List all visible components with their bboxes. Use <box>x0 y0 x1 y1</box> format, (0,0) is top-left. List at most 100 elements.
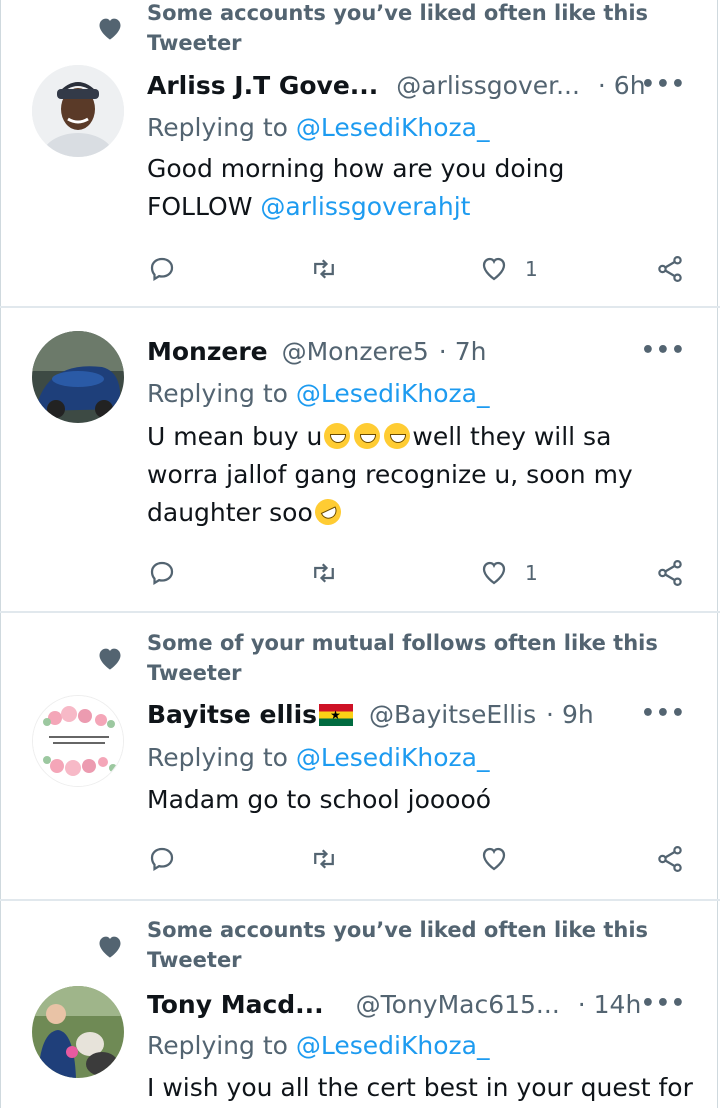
share-icon <box>658 560 682 586</box>
reply-icon <box>150 561 174 586</box>
tweet-text-fragment: FOLLOW <box>147 192 261 221</box>
reply-mention-link[interactable]: @LesediKhoza_ <box>296 379 490 408</box>
social-context: Some accounts you’ve liked often like th… <box>147 918 649 972</box>
reply-mention-link[interactable]: @LesediKhoza_ <box>296 743 490 772</box>
ghana-flag-icon <box>319 704 354 726</box>
tweet-header: Monzere @Monzere5 · 7h <box>147 334 687 370</box>
timestamp[interactable]: · 14h <box>578 990 642 1019</box>
replying-to: Replying to @LesediKhoza_ <box>147 110 489 146</box>
more-options-button[interactable]: ••• <box>641 72 686 97</box>
tweet-header: Bayitse ellis @BayitseEllis · 9h <box>147 697 687 733</box>
more-options-button[interactable]: ••• <box>641 338 686 363</box>
display-name[interactable]: Bayitse ellis <box>147 700 317 729</box>
replying-prefix: Replying to <box>147 113 288 142</box>
grinning-emoji-icon <box>324 423 351 449</box>
heart-icon <box>99 648 121 670</box>
tweet-text-line: daughter soo <box>147 494 692 532</box>
mention-link[interactable]: @arlissgoverahjt <box>260 192 470 221</box>
avatar[interactable] <box>32 65 124 157</box>
reply-button[interactable] <box>147 842 177 876</box>
like-button[interactable] <box>479 842 509 876</box>
heart-icon <box>482 561 506 585</box>
heart-icon <box>482 257 506 281</box>
grinning-emoji-icon <box>354 423 381 449</box>
replying-to: Replying to @LesediKhoza_ <box>147 376 489 412</box>
tweet-2[interactable]: Monzere @Monzere5 · 7h ••• Replying to @… <box>0 308 720 614</box>
avatar[interactable] <box>32 695 124 787</box>
share-icon <box>658 256 682 282</box>
tweet-text: Good morning how are you doing FOLLOW @a… <box>147 150 692 226</box>
tweet-text-fragment: well they will sa <box>412 422 612 451</box>
flowers-avatar-image <box>33 696 123 786</box>
tweet-text-line: Good morning how are you doing <box>147 154 565 183</box>
heart-icon <box>99 936 121 958</box>
retweet-icon <box>314 849 334 869</box>
retweet-button[interactable] <box>309 556 339 590</box>
tweet-3[interactable]: Some of your mutual follows often like t… <box>0 613 720 901</box>
reply-mention-link[interactable]: @LesediKhoza_ <box>296 1031 490 1060</box>
tweet-text-line: Madam go to school jooooó <box>147 785 492 814</box>
like-button[interactable]: 1 <box>479 252 538 286</box>
share-button[interactable] <box>655 842 685 876</box>
replying-prefix: Replying to <box>147 379 288 408</box>
retweet-icon <box>314 563 334 583</box>
tweet-text: I wish you all the cert best in your que… <box>147 1069 693 1107</box>
tweet-text-line: FOLLOW @arlissgoverahjt <box>147 188 692 226</box>
display-name[interactable]: Monzere <box>147 337 268 366</box>
replying-prefix: Replying to <box>147 1031 288 1060</box>
timestamp[interactable]: · 9h <box>546 700 594 729</box>
avatar-image <box>32 986 124 1078</box>
share-button[interactable] <box>655 556 685 590</box>
tweet-actions <box>147 842 692 876</box>
like-button[interactable]: 1 <box>479 556 538 590</box>
rolling-laughing-emoji-icon <box>310 494 346 530</box>
share-button[interactable] <box>655 252 685 286</box>
like-count: 1 <box>525 257 538 281</box>
reply-button[interactable] <box>147 556 177 590</box>
avatar[interactable] <box>32 331 124 423</box>
timestamp[interactable]: · 7h <box>439 337 487 366</box>
more-options-button[interactable]: ••• <box>641 991 686 1016</box>
heart-icon <box>482 847 506 871</box>
tweet-text-line: worra jallof gang recognize u, soon my <box>147 460 633 489</box>
reply-icon <box>150 257 174 282</box>
social-context: Some accounts you’ve liked often like th… <box>147 1 649 55</box>
timestamp[interactable]: · 6h <box>598 71 646 100</box>
tweet-1[interactable]: Some accounts you’ve liked often like th… <box>0 0 720 308</box>
tweet-text: U mean buy u well they will sa worra jall… <box>147 418 692 532</box>
reply-icon <box>150 847 174 872</box>
tweet-actions: 1 <box>147 252 692 286</box>
avatar-image <box>32 331 124 423</box>
handle[interactable]: @BayitseEllis <box>369 700 536 729</box>
grinning-emoji-icon <box>384 423 411 449</box>
replying-prefix: Replying to <box>147 743 288 772</box>
handle[interactable]: @TonyMac615... <box>356 990 560 1019</box>
replying-to: Replying to @LesediKhoza_ <box>147 740 489 776</box>
tweet-4[interactable]: Some accounts you’ve liked often like th… <box>0 901 720 1108</box>
retweet-icon <box>314 259 334 279</box>
handle[interactable]: @arlissgover... <box>396 71 580 100</box>
like-count: 1 <box>525 561 538 585</box>
tweet-text-line: I wish you all the cert best in your que… <box>147 1073 693 1102</box>
display-name[interactable]: Tony Macd... <box>147 990 324 1019</box>
tweet-text: Madam go to school jooooó <box>147 781 692 819</box>
share-icon <box>658 846 682 872</box>
tweet-header: Tony Macd... @TonyMac615... · 14h <box>147 987 687 1023</box>
heart-icon <box>99 18 121 40</box>
tweet-text-line: U mean buy u well they will sa <box>147 418 692 456</box>
avatar-image <box>32 65 124 157</box>
retweet-button[interactable] <box>309 842 339 876</box>
tweet-actions: 1 <box>147 556 692 590</box>
reply-button[interactable] <box>147 252 177 286</box>
handle[interactable]: @Monzere5 <box>282 337 429 366</box>
retweet-button[interactable] <box>309 252 339 286</box>
tweet-text-fragment: daughter soo <box>147 498 313 527</box>
more-options-button[interactable]: ••• <box>641 701 686 726</box>
reply-mention-link[interactable]: @LesediKhoza_ <box>296 113 490 142</box>
avatar[interactable] <box>32 986 124 1078</box>
tweet-text-fragment: U mean buy u <box>147 422 323 451</box>
replying-to: Replying to @LesediKhoza_ <box>147 1028 489 1064</box>
social-context: Some of your mutual follows often like t… <box>147 631 658 685</box>
display-name[interactable]: Arliss J.T Gove... <box>147 71 378 100</box>
tweet-header: Arliss J.T Gove... @arlissgover... · 6h <box>147 68 687 104</box>
